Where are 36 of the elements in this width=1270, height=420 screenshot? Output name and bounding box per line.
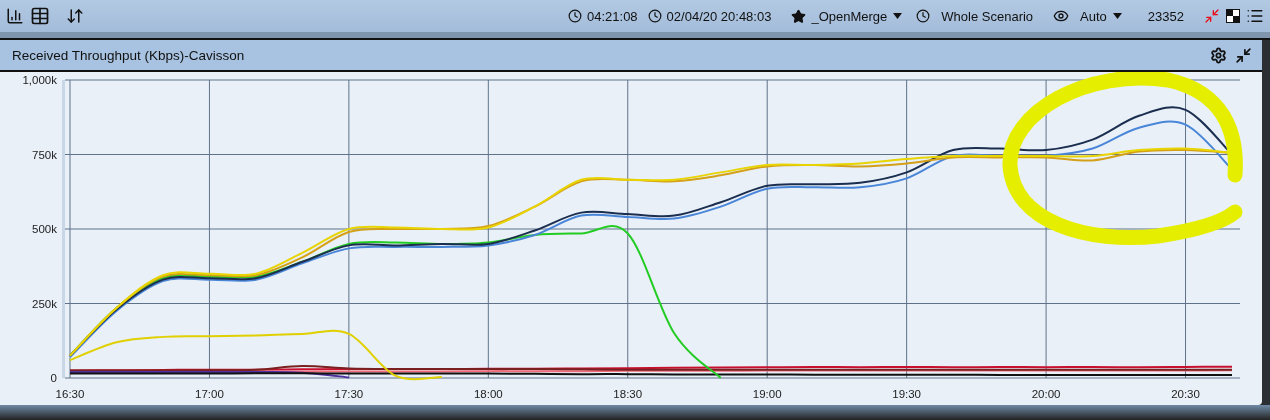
merge-dropdown[interactable]: _OpenMerge [811,8,903,24]
collapse-icon[interactable] [1235,46,1252,64]
elapsed-time: 04:21:08 [587,8,638,24]
count-label: 23352 [1147,8,1184,24]
y-tick-label: 0 [50,372,57,384]
x-tick-label: 19:00 [752,388,782,400]
checkered-square-icon[interactable] [1226,9,1240,23]
settings-icon[interactable] [1210,46,1227,64]
clock-icon [568,9,582,23]
x-tick-label: 18:30 [613,388,643,400]
panel-title: Received Throughput (Kbps)-Cavisson [12,47,246,63]
view-dropdown[interactable]: Auto [1080,8,1122,24]
star-icon [791,8,807,24]
x-tick-label: 16:30 [55,388,85,400]
y-tick-label: 250k [32,297,57,310]
y-tick-label: 500k [32,223,57,235]
y-tick-label: 1,000k [22,74,57,86]
compress-icon[interactable] [1204,8,1220,24]
caret-icon [1112,13,1122,19]
date-time: 02/04/20 20:48:03 [666,8,772,24]
clock-icon [916,9,931,23]
caret-icon [893,13,903,19]
bar-chart-icon[interactable] [6,7,24,25]
scenario-button[interactable]: Whole Scenario [941,8,1034,24]
clock-icon [647,9,662,23]
x-tick-label: 18:00 [473,388,503,400]
x-tick-label: 17:00 [195,388,224,400]
x-tick-label: 19:30 [892,388,922,400]
x-tick-label: 20:00 [1031,388,1061,400]
x-tick-label: 20:30 [1171,388,1200,400]
list-icon[interactable] [1246,7,1264,25]
y-tick-label: 750k [32,148,57,161]
sort-icon[interactable] [66,7,84,25]
eye-icon [1053,8,1070,24]
table-icon[interactable] [30,6,50,26]
x-tick-label: 17:30 [334,388,364,400]
